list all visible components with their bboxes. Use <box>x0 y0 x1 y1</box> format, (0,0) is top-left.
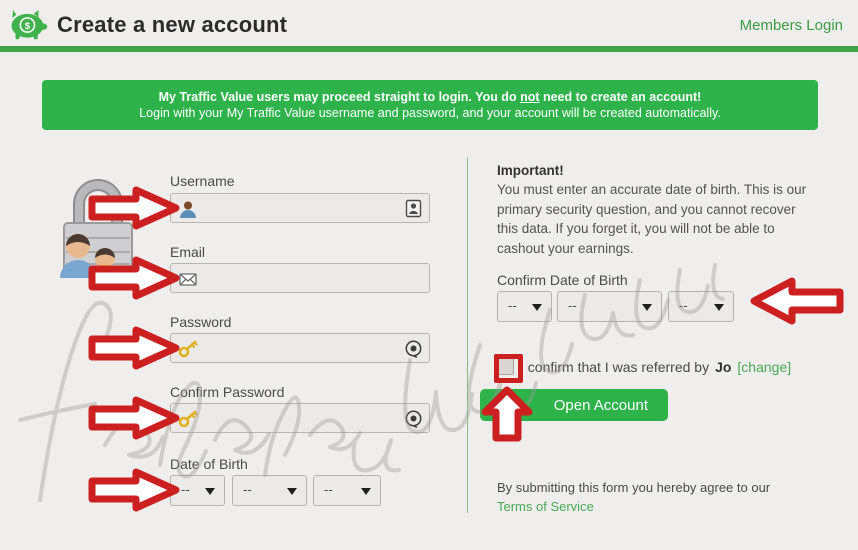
confirm-dob-month-select[interactable]: -- <box>557 291 662 322</box>
confirm-dob-day-select[interactable]: -- <box>497 291 552 322</box>
piggy-bank-icon: $ <box>11 9 48 40</box>
chevron-down-icon <box>642 304 652 311</box>
svg-text:$: $ <box>25 21 31 32</box>
confirm-dob-year-value: -- <box>679 298 688 313</box>
referral-checkbox[interactable] <box>497 358 514 375</box>
banner-line-2: Login with your My Traffic Value usernam… <box>139 105 721 120</box>
referral-text: I confirm that I was referred by <box>520 358 710 375</box>
header-divider <box>0 46 858 52</box>
info-banner: My Traffic Value users may proceed strai… <box>42 80 818 130</box>
date-of-birth-label: Date of Birth <box>170 456 248 472</box>
email-label: Email <box>170 244 206 260</box>
dob-day-select[interactable]: -- <box>170 475 225 506</box>
members-login-link[interactable]: Members Login <box>740 17 843 34</box>
email-input[interactable] <box>170 263 430 293</box>
chevron-down-icon <box>287 488 297 495</box>
key-icon <box>178 340 198 358</box>
confirm-dob-day-value: -- <box>508 298 517 313</box>
terms-of-service-link[interactable]: Terms of Service <box>497 499 594 514</box>
dob-year-select[interactable]: -- <box>313 475 381 506</box>
page-title: Create a new account <box>57 12 288 37</box>
banner-line1-text-b: need to create an account! <box>539 89 702 104</box>
referrer-name: Jo <box>715 358 732 375</box>
terms-prefix: By submitting this form you hereby agree… <box>497 480 771 495</box>
banner-line-1: My Traffic Value users may proceed strai… <box>159 89 702 105</box>
change-referrer-link[interactable]: [change] <box>737 359 791 375</box>
chevron-down-icon <box>532 304 542 311</box>
chevron-down-icon <box>361 488 371 495</box>
user-avatar-icon <box>180 201 196 218</box>
dob-day-value: -- <box>181 482 190 497</box>
arrow-to-password-field <box>88 326 180 370</box>
dob-month-value: -- <box>243 482 252 497</box>
referral-confirmation-row: I confirm that I was referred by Jo [cha… <box>497 358 791 375</box>
chevron-down-icon <box>714 304 724 311</box>
padlock-with-users-icon <box>60 179 133 281</box>
banner-line1-underlined: not <box>520 89 540 104</box>
confirm-dob-year-select[interactable]: -- <box>668 291 734 322</box>
username-input[interactable] <box>170 193 430 223</box>
confirm-dob-month-value: -- <box>568 298 577 313</box>
chevron-down-icon <box>205 488 215 495</box>
key-icon <box>178 410 198 428</box>
reveal-password-icon[interactable] <box>404 339 423 358</box>
id-card-icon[interactable] <box>404 199 423 218</box>
reveal-password-icon[interactable] <box>404 409 423 428</box>
dob-month-select[interactable]: -- <box>232 475 307 506</box>
confirm-password-label: Confirm Password <box>170 384 285 400</box>
column-divider <box>467 158 468 513</box>
important-heading: Important! <box>497 163 564 178</box>
page-header: $ Create a new account Members Login <box>0 0 858 52</box>
banner-line1-text-a: My Traffic Value users may proceed strai… <box>158 89 521 104</box>
confirm-date-of-birth-label: Confirm Date of Birth <box>497 272 628 288</box>
confirm-password-input[interactable] <box>170 403 430 433</box>
open-account-button[interactable]: Open Account <box>480 389 668 421</box>
arrow-to-confirm-password-field <box>88 396 180 440</box>
envelope-icon <box>179 273 197 286</box>
terms-agreement-text: By submitting this form you hereby agree… <box>497 478 770 516</box>
password-input[interactable] <box>170 333 430 363</box>
username-label: Username <box>170 173 235 189</box>
important-body-text: You must enter an accurate date of birth… <box>497 182 807 256</box>
arrow-to-confirm-date-of-birth-selects <box>750 277 844 325</box>
password-label: Password <box>170 314 232 330</box>
arrow-to-date-of-birth-selects <box>88 468 180 512</box>
dob-year-value: -- <box>324 482 333 497</box>
